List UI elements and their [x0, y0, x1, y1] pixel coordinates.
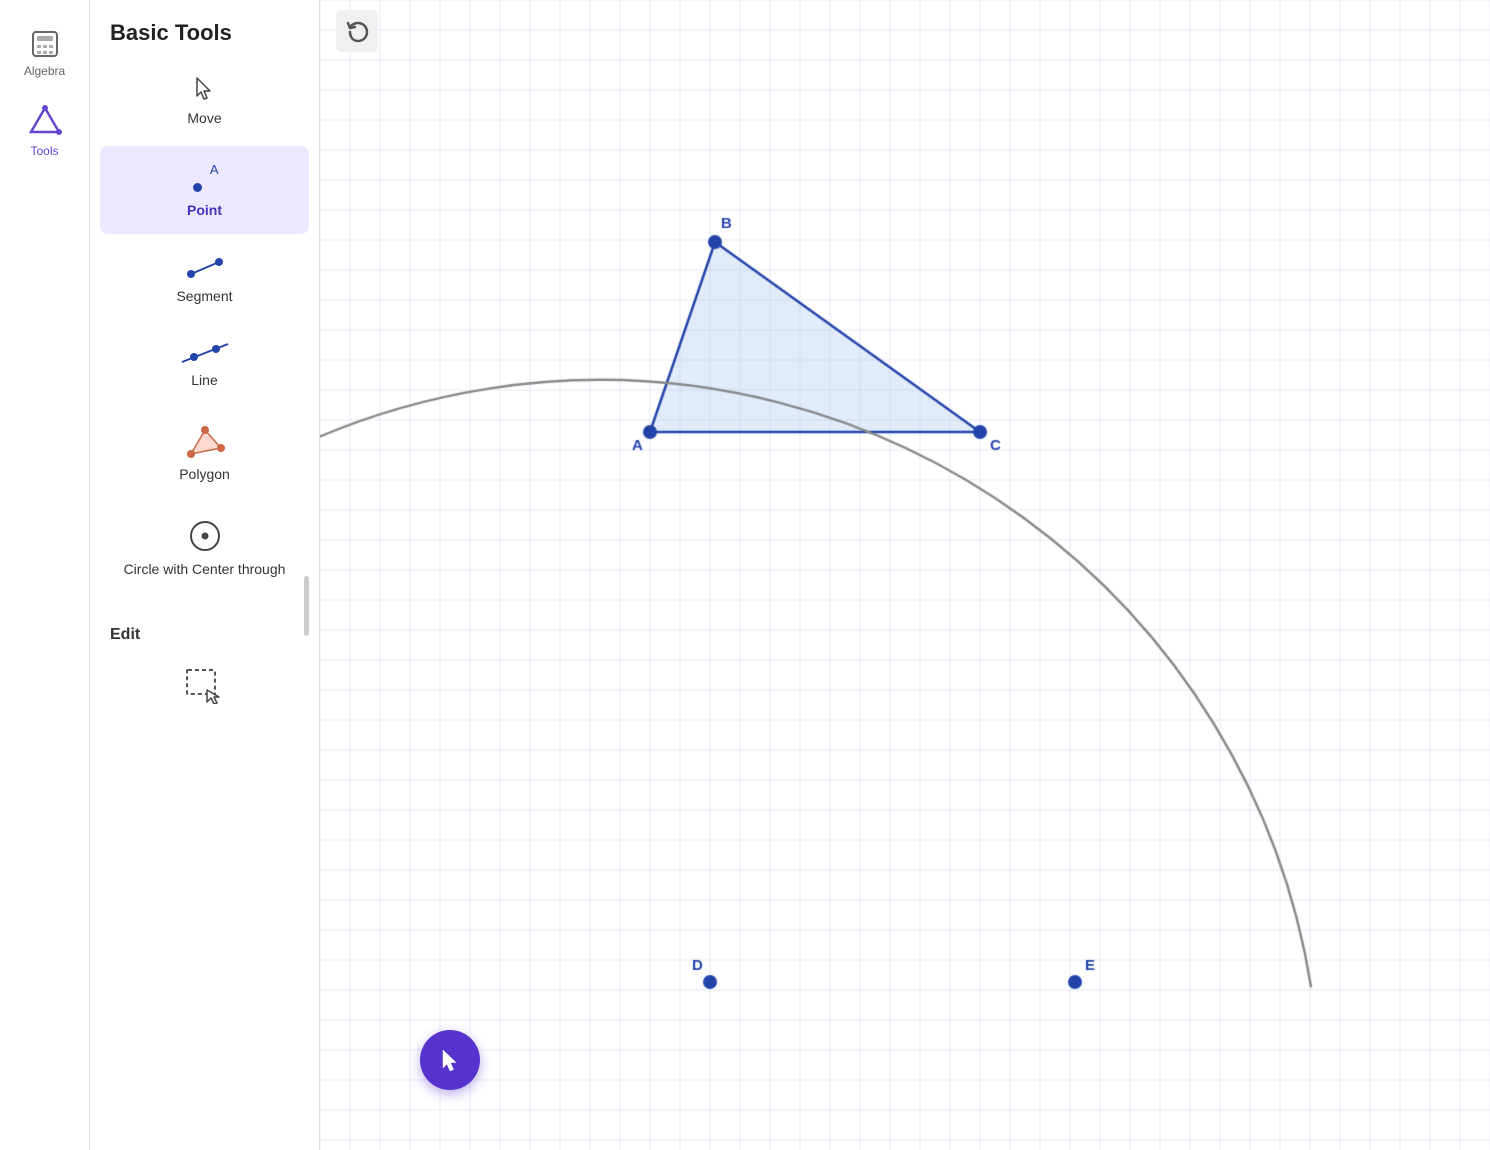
selection-icon — [185, 668, 225, 704]
point-icon-container: A — [187, 162, 223, 196]
fab-cursor-icon — [436, 1046, 464, 1074]
tool-circle-label: Circle with Center through — [124, 560, 286, 578]
tool-move[interactable]: Move — [100, 58, 309, 142]
edit-section-label: Edit — [90, 616, 319, 650]
tool-polygon[interactable]: Polygon — [100, 408, 309, 498]
fab-button[interactable] — [420, 1030, 480, 1090]
tool-move-label: Move — [187, 110, 221, 126]
undo-button[interactable] — [336, 10, 378, 52]
geometry-canvas[interactable] — [320, 0, 1490, 1150]
sidebar-item-tools[interactable]: Tools — [5, 96, 85, 166]
top-toolbar — [336, 10, 378, 52]
sidebar-label-algebra: Algebra — [24, 64, 65, 78]
tool-point-label: Point — [187, 202, 222, 218]
tool-segment[interactable]: Segment — [100, 238, 309, 320]
polygon-icon — [183, 424, 227, 460]
tool-polygon-label: Polygon — [179, 466, 230, 482]
calculator-icon — [29, 28, 61, 60]
point-icon-dot — [193, 183, 202, 192]
tool-line[interactable]: Line — [100, 324, 309, 404]
canvas-area[interactable] — [320, 0, 1490, 1150]
point-icon-label-a: A — [210, 162, 219, 177]
tools-triangle-icon — [27, 104, 63, 140]
sidebar-label-tools: Tools — [30, 144, 58, 158]
line-icon — [180, 340, 230, 366]
icon-sidebar: Algebra Tools — [0, 0, 90, 1150]
tool-circle[interactable]: Circle with Center through — [100, 502, 309, 594]
basic-tools-header: Basic Tools — [90, 0, 319, 56]
tool-line-label: Line — [191, 372, 217, 388]
tool-segment-label: Segment — [176, 288, 232, 304]
scroll-divider — [304, 576, 309, 636]
segment-icon — [183, 254, 227, 282]
move-cursor-icon — [191, 74, 219, 104]
tools-panel: Basic Tools Move A Point Segment Line — [90, 0, 320, 1150]
sidebar-item-algebra[interactable]: Algebra — [5, 20, 85, 86]
tool-point[interactable]: A Point — [100, 146, 309, 234]
undo-icon — [345, 19, 369, 43]
circle-icon — [187, 518, 223, 554]
tool-selection[interactable] — [100, 652, 309, 720]
